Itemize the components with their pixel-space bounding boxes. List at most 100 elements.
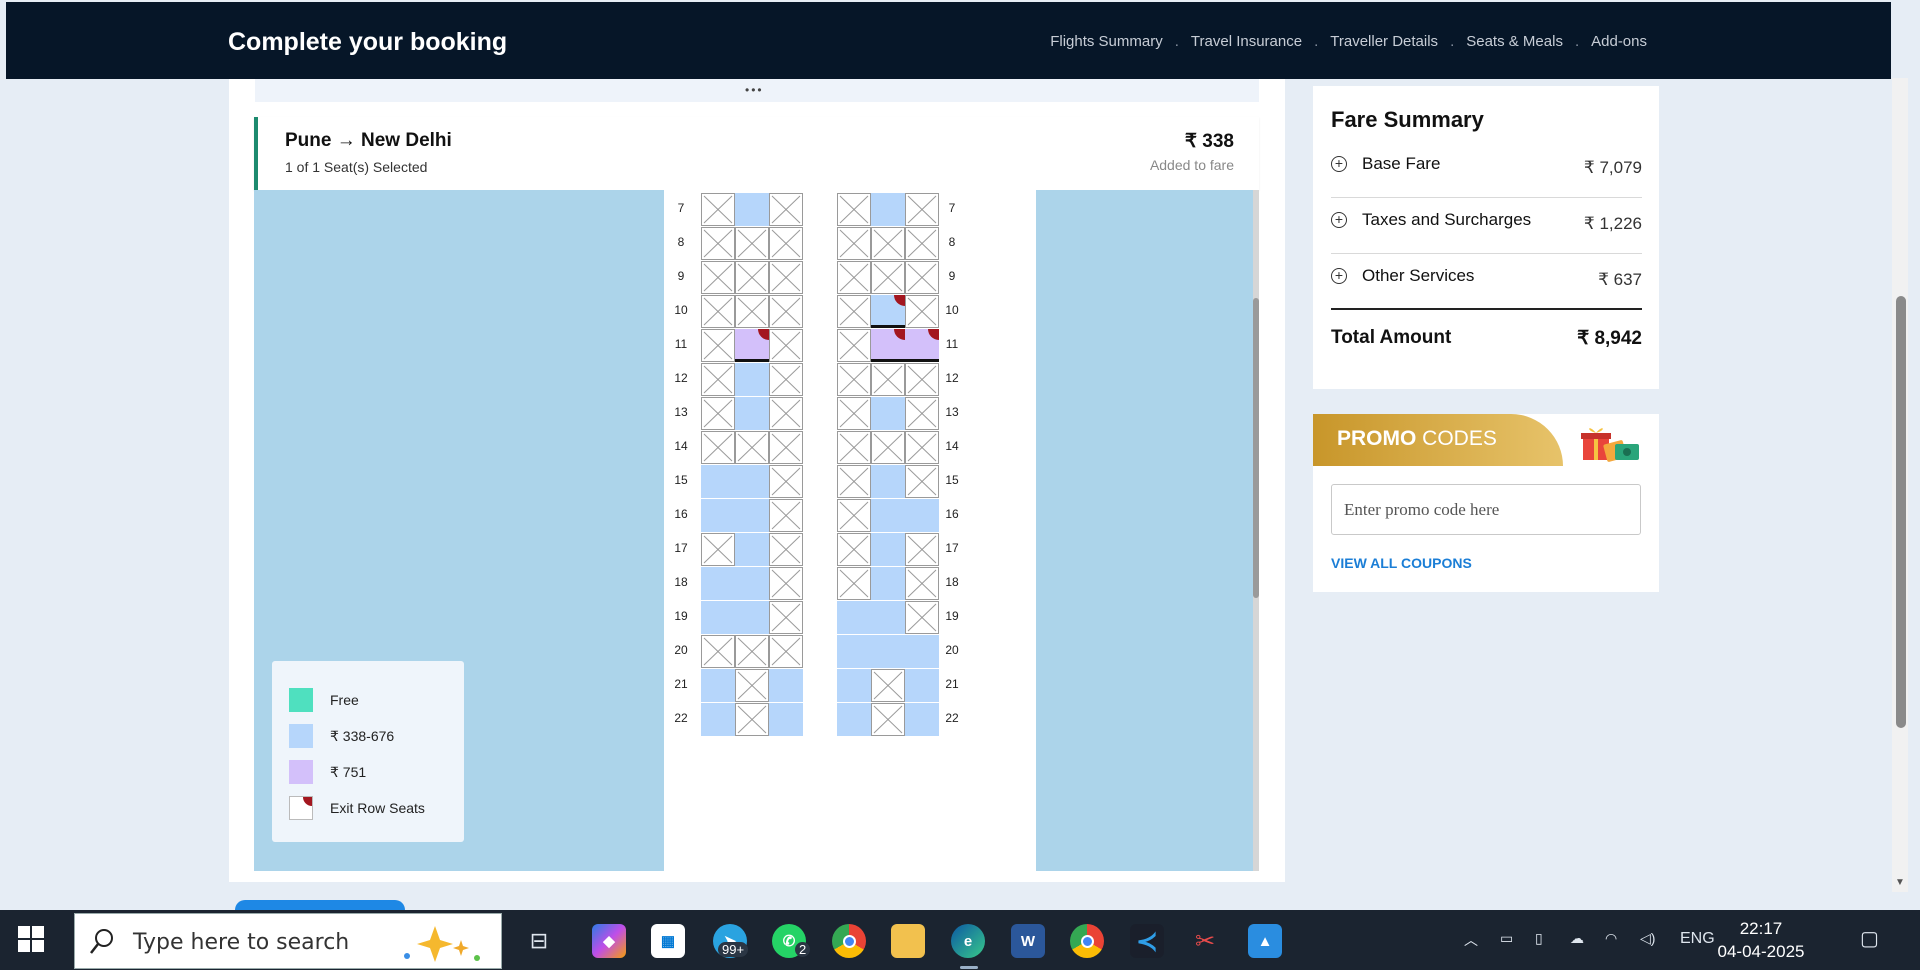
seat-22c[interactable] bbox=[769, 703, 803, 736]
photos-icon[interactable]: ▲ bbox=[1248, 924, 1282, 958]
other-services-row[interactable]: + Other Services ₹ 637 bbox=[1331, 254, 1642, 310]
seat-15d bbox=[837, 465, 871, 498]
seat-16c bbox=[769, 499, 803, 532]
step-travel-insurance[interactable]: Travel Insurance bbox=[1185, 33, 1308, 50]
seat-16a[interactable] bbox=[701, 499, 735, 532]
volume-icon[interactable]: ◁) bbox=[1640, 930, 1655, 947]
promo-code-input[interactable] bbox=[1331, 484, 1641, 535]
language-indicator[interactable]: ENG bbox=[1680, 930, 1715, 948]
step-add-ons[interactable]: Add-ons bbox=[1585, 33, 1653, 50]
seat-19e[interactable] bbox=[871, 601, 905, 634]
seat-20d[interactable] bbox=[837, 635, 871, 668]
seats-selected-count: 1 of 1 Seat(s) Selected bbox=[285, 159, 428, 175]
row-number: 20 bbox=[945, 643, 959, 657]
copilot-sparkle-icon[interactable] bbox=[395, 922, 485, 964]
vscode-icon[interactable]: ≺ bbox=[1130, 924, 1164, 958]
taskbar-search-box[interactable]: Type here to search bbox=[74, 913, 502, 969]
expand-plus-icon[interactable]: + bbox=[1331, 268, 1347, 284]
seat-21a[interactable] bbox=[701, 669, 735, 702]
seat-11b[interactable] bbox=[735, 329, 769, 362]
edge-icon[interactable]: e bbox=[951, 924, 985, 958]
legend-free-label: Free bbox=[330, 692, 359, 708]
microsoft-store-icon[interactable]: ▦ bbox=[651, 924, 685, 958]
search-placeholder: Type here to search bbox=[133, 930, 350, 955]
seat-16b[interactable] bbox=[735, 499, 769, 532]
seat-13b[interactable] bbox=[735, 397, 769, 430]
step-flights-summary[interactable]: Flights Summary bbox=[1044, 33, 1169, 50]
seat-10e[interactable] bbox=[871, 295, 905, 328]
chrome-icon[interactable] bbox=[832, 924, 866, 958]
taskbar-clock[interactable]: 22:17 04-04-2025 bbox=[1716, 917, 1806, 963]
seatmap-scrollbar[interactable] bbox=[1253, 190, 1259, 871]
seat-18b[interactable] bbox=[735, 567, 769, 600]
seat-22f[interactable] bbox=[905, 703, 939, 736]
clock-date: 04-04-2025 bbox=[1717, 942, 1805, 961]
seat-13e[interactable] bbox=[871, 397, 905, 430]
seat-7b[interactable] bbox=[735, 193, 769, 226]
continue-button-edge[interactable] bbox=[235, 900, 405, 910]
seat-15b[interactable] bbox=[735, 465, 769, 498]
wifi-icon[interactable]: ◠ bbox=[1605, 930, 1617, 947]
monitor-icon[interactable]: ▭ bbox=[1500, 930, 1513, 947]
seat-11f[interactable] bbox=[905, 329, 939, 362]
row-number: 16 bbox=[945, 507, 959, 521]
row-number: 13 bbox=[674, 405, 688, 419]
seat-16f[interactable] bbox=[905, 499, 939, 532]
view-all-coupons-link[interactable]: VIEW ALL COUPONS bbox=[1331, 555, 1472, 571]
seat-19a[interactable] bbox=[701, 601, 735, 634]
seat-15e[interactable] bbox=[871, 465, 905, 498]
step-seats-meals[interactable]: Seats & Meals bbox=[1460, 33, 1569, 50]
step-traveller-details[interactable]: Traveller Details bbox=[1324, 33, 1444, 50]
seat-21d[interactable] bbox=[837, 669, 871, 702]
page-scroll-thumb[interactable] bbox=[1896, 296, 1906, 728]
windows-start-icon[interactable] bbox=[18, 926, 44, 952]
onedrive-icon[interactable]: ☁ bbox=[1570, 930, 1584, 947]
flight-segment-header[interactable]: Pune → New Delhi 1 of 1 Seat(s) Selected… bbox=[254, 117, 1259, 190]
seat-13c bbox=[769, 397, 803, 430]
seat-16e[interactable] bbox=[871, 499, 905, 532]
copilot-icon[interactable]: ◆ bbox=[592, 924, 626, 958]
seat-20e[interactable] bbox=[871, 635, 905, 668]
seat-21c[interactable] bbox=[769, 669, 803, 702]
snipping-tool-icon[interactable]: ✂ bbox=[1188, 924, 1222, 958]
seat-20f[interactable] bbox=[905, 635, 939, 668]
show-hidden-icons-chevron-icon[interactable]: ︿ bbox=[1464, 930, 1478, 950]
seat-19b[interactable] bbox=[735, 601, 769, 634]
base-fare-row[interactable]: + Base Fare ₹ 7,079 bbox=[1331, 142, 1642, 198]
chrome-icon-2[interactable] bbox=[1070, 924, 1104, 958]
seatmap-scroll-thumb[interactable] bbox=[1253, 298, 1259, 598]
seat-10f bbox=[905, 295, 939, 328]
carousel-dots[interactable]: ••• bbox=[745, 83, 764, 97]
row-number: 11 bbox=[674, 337, 688, 351]
seat-22a[interactable] bbox=[701, 703, 735, 736]
file-explorer-icon[interactable] bbox=[891, 924, 925, 958]
battery-icon[interactable]: ▯ bbox=[1535, 930, 1543, 947]
seat-15a[interactable] bbox=[701, 465, 735, 498]
taxes-row[interactable]: + Taxes and Surcharges ₹ 1,226 bbox=[1331, 198, 1642, 254]
seat-8d bbox=[837, 227, 871, 260]
seat-9b bbox=[735, 261, 769, 294]
row-number: 9 bbox=[948, 269, 956, 283]
notifications-icon[interactable]: ▢ bbox=[1860, 926, 1879, 951]
seat-18e[interactable] bbox=[871, 567, 905, 600]
base-fare-amount: ₹ 7,079 bbox=[1583, 158, 1642, 177]
scroll-down-arrow-icon[interactable]: ▼ bbox=[1895, 877, 1905, 888]
page-scrollbar[interactable]: ▼ bbox=[1892, 78, 1908, 892]
word-icon[interactable]: W bbox=[1011, 924, 1045, 958]
booking-steps-nav: Flights Summary. Travel Insurance. Trave… bbox=[1044, 33, 1653, 50]
task-view-icon[interactable]: ⊟ bbox=[522, 924, 556, 958]
seat-7e[interactable] bbox=[871, 193, 905, 226]
seat-21f[interactable] bbox=[905, 669, 939, 702]
row-number: 14 bbox=[674, 439, 688, 453]
expand-plus-icon[interactable]: + bbox=[1331, 156, 1347, 172]
seat-12c bbox=[769, 363, 803, 396]
seat-17e[interactable] bbox=[871, 533, 905, 566]
expand-plus-icon[interactable]: + bbox=[1331, 212, 1347, 228]
seat-19d[interactable] bbox=[837, 601, 871, 634]
seat-12b[interactable] bbox=[735, 363, 769, 396]
other-services-amount: ₹ 637 bbox=[1598, 270, 1642, 289]
seat-11e[interactable] bbox=[871, 329, 905, 362]
seat-18a[interactable] bbox=[701, 567, 735, 600]
seat-22d[interactable] bbox=[837, 703, 871, 736]
seat-17b[interactable] bbox=[735, 533, 769, 566]
